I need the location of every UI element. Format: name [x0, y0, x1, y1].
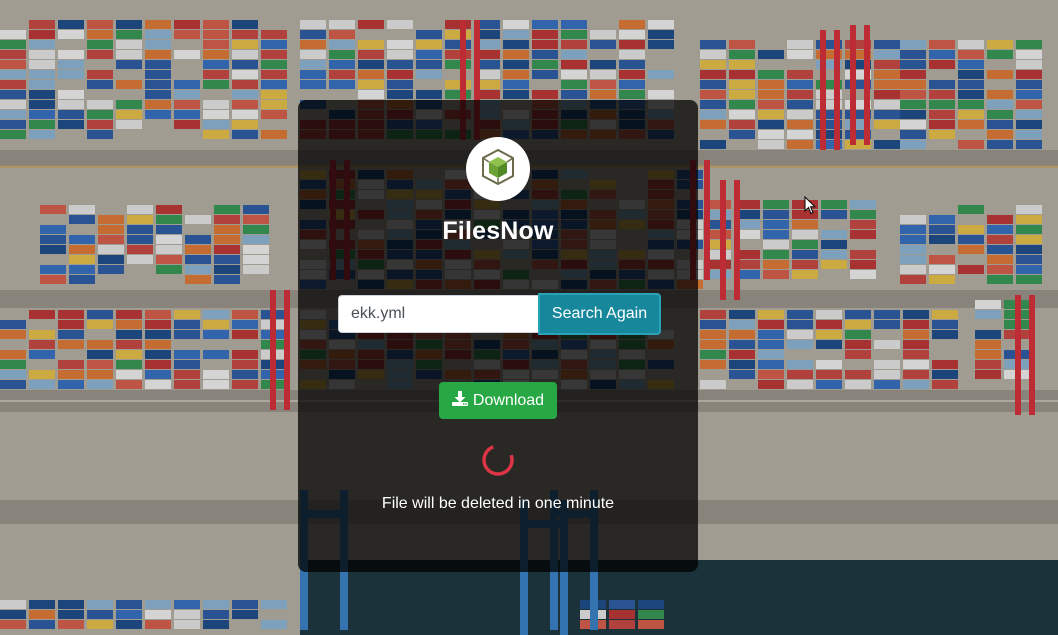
- deletion-notice: File will be deleted in one minute: [381, 495, 615, 512]
- loading-spinner: [481, 443, 515, 477]
- main-card: FilesNow Search Again Download File will…: [298, 100, 698, 572]
- cube-icon: [480, 148, 516, 191]
- logo: [466, 137, 530, 201]
- search-again-button[interactable]: Search Again: [538, 293, 661, 335]
- app-title: FilesNow: [442, 217, 554, 245]
- search-input[interactable]: [338, 295, 538, 333]
- download-button[interactable]: Download: [439, 382, 557, 419]
- download-label: Download: [472, 391, 545, 409]
- mouse-cursor-icon: [804, 195, 817, 220]
- search-form: Search Again: [338, 293, 661, 335]
- download-icon: [451, 390, 468, 411]
